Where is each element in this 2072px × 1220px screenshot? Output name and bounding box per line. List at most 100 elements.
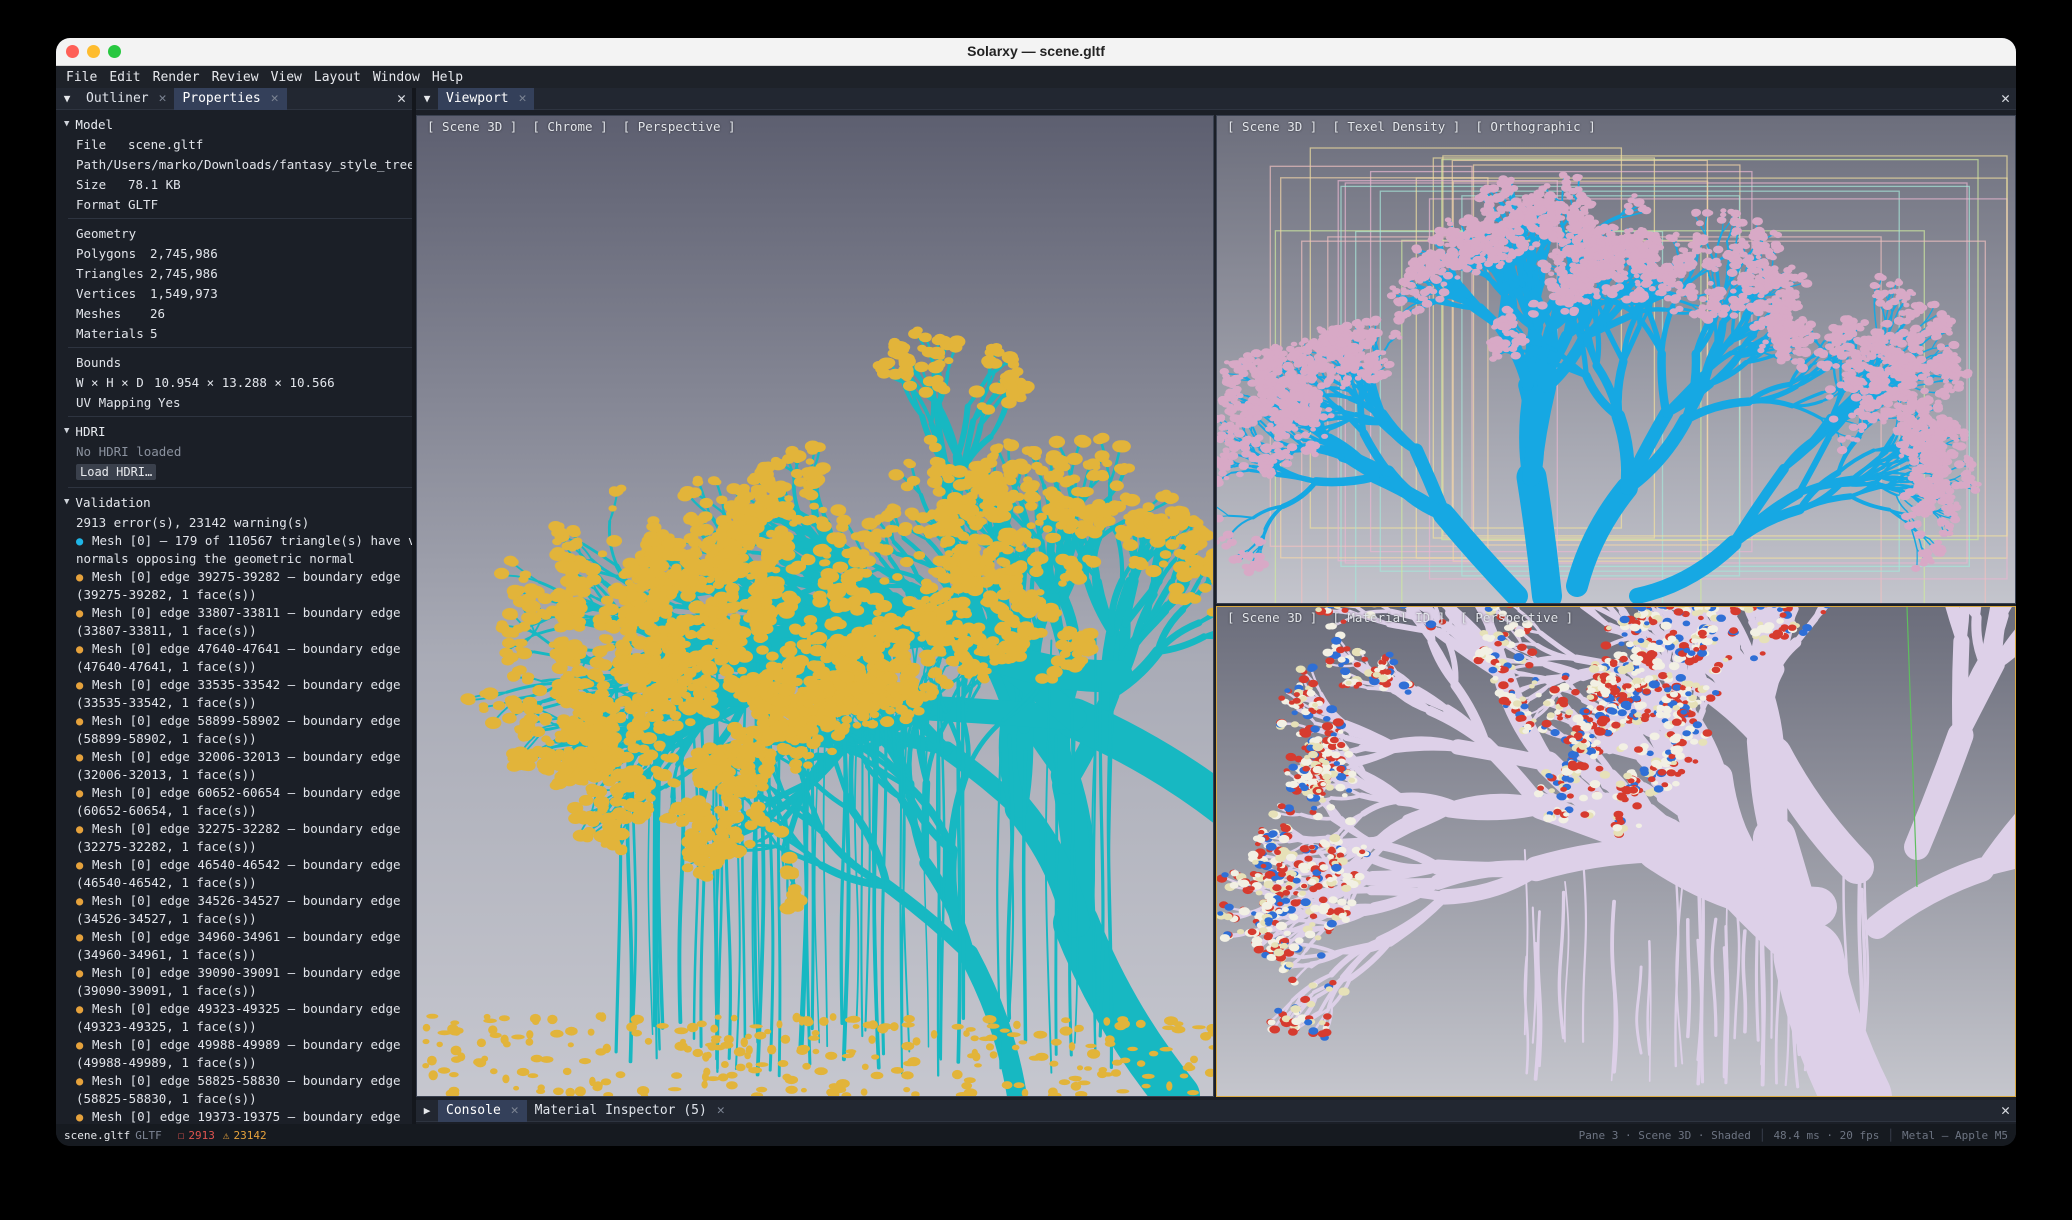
- status-pane-info: Pane 3 · Scene 3D · Shaded: [1579, 1129, 1751, 1142]
- property-row: W × H × D 10.954 × 13.288 × 10.566: [56, 372, 412, 392]
- pane-mode-label[interactable]: [ Scene 3D ] [ Chrome ] [ Perspective ]: [427, 119, 736, 134]
- geometry-heading: Geometry: [56, 223, 412, 243]
- close-icon[interactable]: ✕: [271, 91, 279, 106]
- validation-item[interactable]: ● Mesh [0] edge 19373-19375 — boundary ed…: [56, 1108, 412, 1124]
- validation-section-header[interactable]: ▼ Validation: [56, 492, 412, 512]
- validation-message: Mesh [0] edge 47640-47641 — boundary edg…: [92, 640, 401, 658]
- validation-message: Mesh [0] edge 19373-19375 — boundary edg…: [92, 1108, 401, 1124]
- validation-item[interactable]: ● Mesh [0] edge 33535-33542 — boundary ed…: [56, 676, 412, 712]
- menu-review[interactable]: Review: [212, 70, 259, 85]
- warning-icon: ⚠: [223, 1129, 230, 1142]
- close-viewport-icon[interactable]: ✕: [2001, 89, 2010, 107]
- pane-mode-label[interactable]: [ Scene 3D ] [ Texel Density ] [ Orthogr…: [1227, 119, 1596, 134]
- validation-item[interactable]: ● Mesh [0] edge 49988-49989 — boundary ed…: [56, 1036, 412, 1072]
- validation-item[interactable]: ● Mesh [0] edge 32275-32282 — boundary ed…: [56, 820, 412, 856]
- validation-item[interactable]: ● Mesh [0] edge 39275-39282 — boundary ed…: [56, 568, 412, 604]
- tab-viewport[interactable]: Viewport ✕: [438, 88, 534, 110]
- validation-item[interactable]: ● Mesh [0] edge 49323-49325 — boundary ed…: [56, 1000, 412, 1036]
- validation-item[interactable]: ● Mesh [0] edge 60652-60654 — boundary ed…: [56, 784, 412, 820]
- validation-item[interactable]: ● Mesh [0] edge 32006-32013 — boundary ed…: [56, 748, 412, 784]
- collapse-viewport-toggle[interactable]: ▼: [416, 92, 438, 105]
- status-warning-count[interactable]: 23142: [233, 1129, 266, 1142]
- viewport-pane-material-id[interactable]: [ Scene 3D ] [ Material ID ] [ Perspecti…: [1216, 606, 2016, 1097]
- close-icon[interactable]: ✕: [717, 1103, 725, 1118]
- property-label: Meshes: [76, 306, 150, 321]
- validation-detail: (47640-47641, 1 face(s)): [76, 658, 401, 676]
- menu-edit[interactable]: Edit: [109, 70, 140, 85]
- menu-file[interactable]: File: [66, 70, 97, 85]
- divider: [68, 416, 412, 417]
- tab-outliner[interactable]: Outliner ✕: [78, 88, 174, 110]
- tab-material-inspector[interactable]: Material Inspector (5) ✕: [527, 1100, 733, 1122]
- load-hdri-button[interactable]: Load HDRI…: [76, 464, 156, 480]
- property-label: Materials: [76, 326, 150, 341]
- expand-triangle-icon: ▼: [64, 497, 69, 507]
- property-label: UV Mapping: [76, 395, 158, 410]
- validation-item[interactable]: ● Mesh [0] edge 46540-46542 — boundary ed…: [56, 856, 412, 892]
- validation-message: Mesh [0] edge 49323-49325 — boundary edg…: [92, 1000, 401, 1018]
- close-icon[interactable]: ✕: [511, 1103, 519, 1118]
- section-title: Validation: [75, 495, 150, 510]
- properties-panel: ▼ Model File scene.gltf Path/Users/marko/…: [56, 110, 412, 1124]
- status-divider: │: [1887, 1129, 1894, 1142]
- viewport-pane-texel[interactable]: [ Scene 3D ] [ Texel Density ] [ Orthogr…: [1216, 115, 2016, 604]
- close-panel-icon[interactable]: ✕: [397, 89, 406, 107]
- property-value: 5: [150, 326, 158, 341]
- window-title: Solarxy — scene.gltf: [56, 43, 2016, 59]
- error-icon: ☐: [178, 1129, 185, 1142]
- menu-view[interactable]: View: [271, 70, 302, 85]
- validation-message: Mesh [0] edge 58825-58830 — boundary edg…: [92, 1072, 401, 1090]
- validation-item[interactable]: ● Mesh [0] edge 39090-39091 — boundary ed…: [56, 964, 412, 1000]
- menu-window[interactable]: Window: [373, 70, 420, 85]
- expand-bottom-panel-toggle[interactable]: ▶: [416, 1104, 438, 1117]
- validation-item[interactable]: ● Mesh [0] edge 58825-58830 — boundary ed…: [56, 1072, 412, 1108]
- hdri-section-header[interactable]: ▼ HDRI: [56, 421, 412, 441]
- title-bar: Solarxy — scene.gltf: [56, 38, 2016, 66]
- model-section-header[interactable]: ▼ Model: [56, 114, 412, 134]
- menu-render[interactable]: Render: [153, 70, 200, 85]
- close-bottom-panel-icon[interactable]: ✕: [2001, 1101, 2010, 1119]
- bottom-tab-bar: ▶ Console ✕ Material Inspector (5) ✕ ✕: [416, 1100, 2016, 1122]
- validation-message: Mesh [0] edge 33535-33542 — boundary edg…: [92, 676, 401, 694]
- validation-message: Mesh [0] edge 49988-49989 — boundary edg…: [92, 1036, 401, 1054]
- close-icon[interactable]: ✕: [159, 91, 167, 106]
- close-icon[interactable]: ✕: [519, 91, 527, 106]
- property-value: /Users/marko/Downloads/fantasy_style_tre…: [106, 157, 412, 172]
- validation-detail: (34526-34527, 1 face(s)): [76, 910, 401, 928]
- divider: [68, 347, 412, 348]
- validation-detail: (39275-39282, 1 face(s)): [76, 586, 401, 604]
- menu-layout[interactable]: Layout: [314, 70, 361, 85]
- validation-item[interactable]: ● Mesh [0] edge 47640-47641 — boundary ed…: [56, 640, 412, 676]
- validation-item[interactable]: ● Mesh [0] edge 33807-33811 — boundary ed…: [56, 604, 412, 640]
- tab-properties[interactable]: Properties ✕: [174, 88, 286, 110]
- validation-summary: 2913 error(s), 23142 warning(s): [56, 512, 412, 532]
- validation-detail: (58825-58830, 1 face(s)): [76, 1090, 401, 1108]
- viewport-pane-chrome[interactable]: [ Scene 3D ] [ Chrome ] [ Perspective ]: [416, 115, 1214, 1097]
- status-error-count[interactable]: 2913: [188, 1129, 215, 1142]
- property-value: 10.954 × 13.288 × 10.566: [154, 375, 335, 390]
- hdri-status: No HDRI loaded: [56, 441, 412, 461]
- property-row: Meshes 26: [56, 303, 412, 323]
- validation-message: Mesh [0] — 179 of 110567 triangle(s) hav…: [92, 532, 412, 550]
- validation-detail: (60652-60654, 1 face(s)): [76, 802, 401, 820]
- property-value: 2,745,986: [150, 246, 218, 261]
- property-row: File scene.gltf: [56, 134, 412, 154]
- property-label: W × H × D: [76, 375, 154, 390]
- validation-item[interactable]: ● Mesh [0] — 179 of 110567 triangle(s) ha…: [56, 532, 412, 568]
- validation-message: Mesh [0] edge 60652-60654 — boundary edg…: [92, 784, 401, 802]
- property-row: Size 78.1 KB: [56, 174, 412, 194]
- tab-console[interactable]: Console ✕: [438, 1100, 527, 1122]
- status-divider: │: [1759, 1129, 1766, 1142]
- menu-help[interactable]: Help: [432, 70, 463, 85]
- validation-message: Mesh [0] edge 34960-34961 — boundary edg…: [92, 928, 401, 946]
- property-row: Materials 5: [56, 323, 412, 343]
- validation-item[interactable]: ● Mesh [0] edge 58899-58902 — boundary ed…: [56, 712, 412, 748]
- validation-item[interactable]: ● Mesh [0] edge 34960-34961 — boundary ed…: [56, 928, 412, 964]
- validation-item[interactable]: ● Mesh [0] edge 34526-34527 — boundary ed…: [56, 892, 412, 928]
- status-bar: scene.gltf GLTF ☐ 2913 ⚠ 23142 Pane 3 · …: [56, 1124, 2016, 1146]
- pane-mode-label[interactable]: [ Scene 3D ] [ Material ID ] [ Perspecti…: [1227, 610, 1573, 625]
- viewport-tab-bar: ▼ Viewport ✕ ✕: [416, 88, 2016, 110]
- validation-message: Mesh [0] edge 39275-39282 — boundary edg…: [92, 568, 401, 586]
- validation-message: Mesh [0] edge 58899-58902 — boundary edg…: [92, 712, 401, 730]
- collapse-panel-toggle[interactable]: ▼: [56, 92, 78, 105]
